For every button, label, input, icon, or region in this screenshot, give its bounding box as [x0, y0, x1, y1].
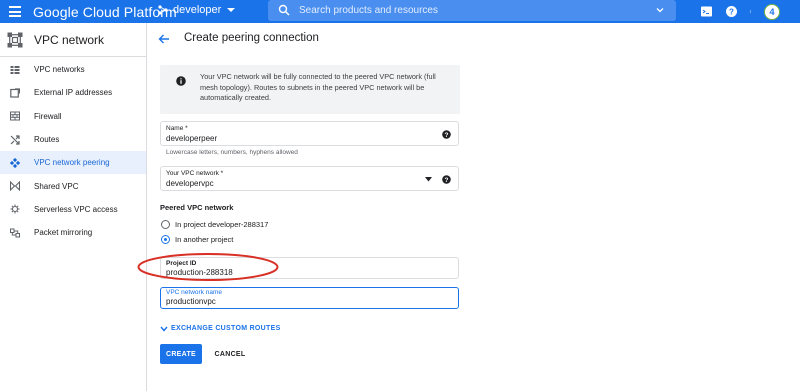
sidebar-item-label: Routes [34, 135, 60, 145]
vpc-networks-icon [10, 65, 20, 74]
svg-text:?: ? [729, 8, 734, 17]
name-field-value: developerpeer [166, 134, 218, 143]
sidebar-item-packet-mirroring[interactable]: Packet mirroring [0, 221, 146, 244]
firewall-icon [10, 111, 20, 121]
radio-label: In project developer-288317 [175, 220, 269, 229]
vpc-network-name-label: VPC network name [166, 289, 222, 296]
vpc-network-name-field[interactable]: VPC network name productionvpc [160, 287, 459, 309]
search-bar[interactable] [268, 0, 676, 21]
search-input[interactable] [299, 3, 639, 17]
sidebar-item-firewall[interactable]: Firewall [0, 105, 146, 128]
vpc-network-select-label: Your VPC network * [166, 170, 224, 177]
radio-button-unselected[interactable] [161, 220, 170, 229]
top-app-bar: Google Cloud Platform developer ? [0, 0, 800, 23]
name-field-label: Name * [166, 125, 188, 132]
sidebar-header: VPC network [0, 23, 146, 57]
packet-mirroring-icon [10, 228, 20, 238]
radio-label: In another project [175, 235, 234, 244]
sidebar: VPC network VPC networks External IP add… [0, 23, 147, 391]
back-arrow-icon[interactable] [158, 33, 170, 45]
sidebar-item-label: VPC networks [34, 65, 85, 75]
radio-in-project[interactable]: In project developer-288317 [161, 220, 268, 229]
name-field-hint: Lowercase letters, numbers, hyphens allo… [166, 149, 298, 156]
sidebar-item-label: Packet mirroring [34, 228, 93, 238]
annotation-ellipse [137, 253, 279, 281]
menu-icon[interactable] [9, 6, 21, 17]
radio-in-another-project[interactable]: In another project [161, 235, 233, 244]
shared-vpc-icon [10, 181, 20, 192]
search-icon [278, 4, 290, 16]
sidebar-item-label: Serverless VPC access [34, 204, 118, 214]
info-text: Your VPC network will be fully connected… [200, 72, 436, 102]
svg-text:?: ? [445, 132, 449, 139]
project-name: developer [173, 4, 222, 16]
page-title: Create peering connection [184, 32, 319, 44]
external-ip-icon [10, 88, 20, 98]
vpc-network-name-value: productionvpc [166, 297, 216, 306]
info-icon [176, 76, 186, 86]
sidebar-item-vpc-network-peering[interactable]: VPC network peering [0, 151, 146, 175]
serverless-icon [10, 204, 20, 214]
sidebar-item-label: Firewall [34, 111, 62, 121]
dropdown-arrow-icon[interactable] [425, 177, 432, 182]
main-content: Create peering connection Your VPC netwo… [147, 23, 800, 391]
vpc-network-select[interactable]: Your VPC network * developervpc ? [160, 166, 459, 191]
sidebar-item-routes[interactable]: Routes [0, 128, 146, 151]
exchange-custom-routes-label: EXCHANGE CUSTOM ROUTES [171, 325, 281, 332]
help-icon[interactable]: ? [442, 130, 451, 139]
help-icon[interactable]: ? [725, 5, 738, 18]
sidebar-item-label: VPC network peering [34, 158, 110, 168]
sidebar-item-shared-vpc[interactable]: Shared VPC [0, 174, 146, 197]
vpc-network-logo-icon [7, 32, 23, 47]
product-brand[interactable]: Google Cloud Platform [33, 4, 177, 20]
name-field[interactable]: Name * developerpeer ? [160, 121, 459, 146]
help-icon[interactable]: ? [442, 175, 451, 184]
account-avatar[interactable]: 4 [764, 3, 780, 20]
vpc-network-select-value: developervpc [166, 179, 214, 188]
page-header: Create peering connection [147, 23, 800, 57]
sidebar-item-label: Shared VPC [34, 181, 79, 191]
create-button[interactable]: CREATE [160, 344, 202, 364]
peering-icon [10, 157, 20, 168]
search-expand-chevron-icon[interactable] [656, 6, 664, 14]
chevron-down-icon [227, 8, 236, 12]
sidebar-item-vpc-networks[interactable]: VPC networks [0, 58, 146, 81]
sidebar-item-serverless-vpc-access[interactable]: Serverless VPC access [0, 198, 146, 221]
more-vert-icon[interactable] [750, 5, 754, 18]
info-banner: Your VPC network will be fully connected… [160, 65, 460, 114]
routes-icon [10, 134, 20, 145]
chevron-down-icon [160, 326, 168, 332]
project-hierarchy-icon [158, 5, 168, 15]
svg-text:?: ? [445, 177, 449, 184]
sidebar-item-label: External IP addresses [34, 88, 113, 98]
exchange-custom-routes-toggle[interactable]: EXCHANGE CUSTOM ROUTES [160, 325, 281, 332]
sidebar-nav: VPC networks External IP addresses Firew… [0, 58, 146, 244]
project-selector[interactable]: developer [158, 4, 236, 16]
radio-button-selected[interactable] [161, 235, 170, 244]
cloud-shell-icon[interactable] [700, 5, 713, 18]
cancel-button[interactable]: CANCEL [210, 344, 250, 364]
sidebar-title: VPC network [34, 32, 105, 47]
sidebar-item-external-ip[interactable]: External IP addresses [0, 81, 146, 104]
peered-vpc-section-title: Peered VPC network [160, 203, 234, 212]
